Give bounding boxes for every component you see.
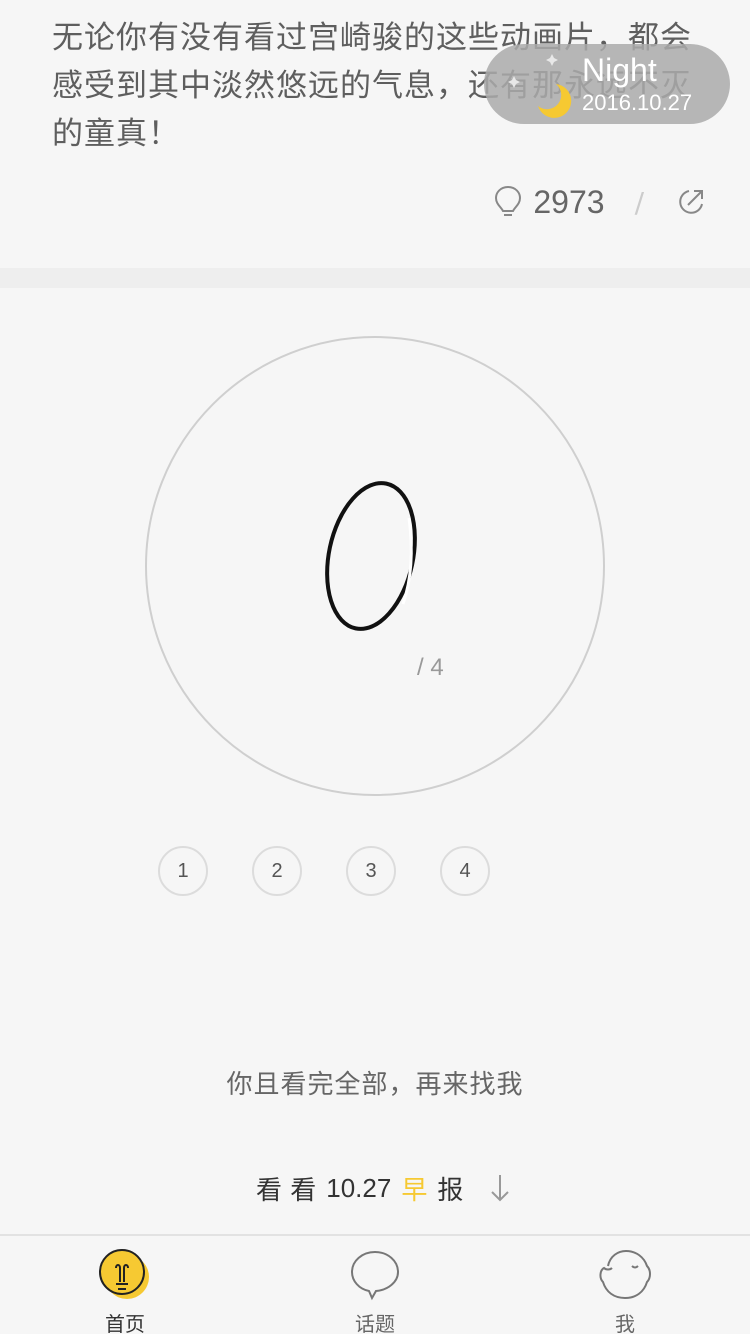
arrow-down-icon (491, 1175, 510, 1202)
tab-me-label: 我 (615, 1312, 635, 1334)
share-icon[interactable] (676, 187, 706, 217)
like-count: 2973 (533, 183, 605, 220)
tab-home[interactable]: 首页 (0, 1236, 250, 1334)
question-indicators: 1 2 3 4 (158, 846, 598, 898)
quiz-hint: 你且看完全部，再来找我 (226, 1070, 524, 1100)
moon-icon (508, 54, 572, 118)
score-text: 0 (317, 478, 318, 479)
speech-bubble-icon (350, 1250, 400, 1301)
lightbulb-icon[interactable] (493, 185, 523, 219)
morning-link-suffix: 报 (437, 1175, 464, 1206)
score-circle: 0 / 4 (145, 336, 605, 796)
meta-separator: / (634, 185, 644, 219)
tab-topics-label: 话题 (355, 1312, 395, 1334)
tab-home-label: 首页 (105, 1312, 145, 1334)
question-4-button[interactable]: 4 (440, 846, 490, 896)
quiz-card: 0 / 4 1 2 3 4 你且看完全部，再来找我 看 看 10.27 早 报 (0, 288, 750, 1234)
night-title: Night (582, 52, 657, 88)
score-total: / 4 (417, 654, 444, 681)
morning-report-link[interactable]: 看 看 10.27 早 报 (256, 1168, 511, 1208)
morning-link-date: 10.27 (326, 1172, 392, 1203)
morning-link-accent: 早 (401, 1175, 428, 1206)
score-value: 0 (317, 478, 417, 631)
tab-topics[interactable]: 话题 (250, 1236, 500, 1334)
night-mode-toggle[interactable]: Night 2016.10.27 (484, 44, 730, 124)
question-1-button[interactable]: 1 (158, 846, 208, 896)
article-card[interactable]: 无论你有没有看过宫崎骏的这些动画片，都会感受到其中淡然悠远的气息，还有那永远不灭… (0, 0, 750, 268)
tab-bar: 首页 话题 我 (0, 1234, 750, 1334)
face-icon (599, 1249, 651, 1300)
section-divider (0, 268, 750, 288)
article-meta: 2973 / (493, 180, 706, 224)
night-date: 2016.10.27 (582, 90, 693, 115)
question-2-button[interactable]: 2 (252, 846, 302, 896)
tab-me[interactable]: 我 (500, 1236, 750, 1334)
bulb-icon (99, 1249, 149, 1299)
question-3-button[interactable]: 3 (346, 846, 396, 896)
page: 无论你有没有看过宫崎骏的这些动画片，都会感受到其中淡然悠远的气息，还有那永远不灭… (0, 0, 750, 1334)
morning-link-prefix: 看 看 (256, 1175, 317, 1206)
